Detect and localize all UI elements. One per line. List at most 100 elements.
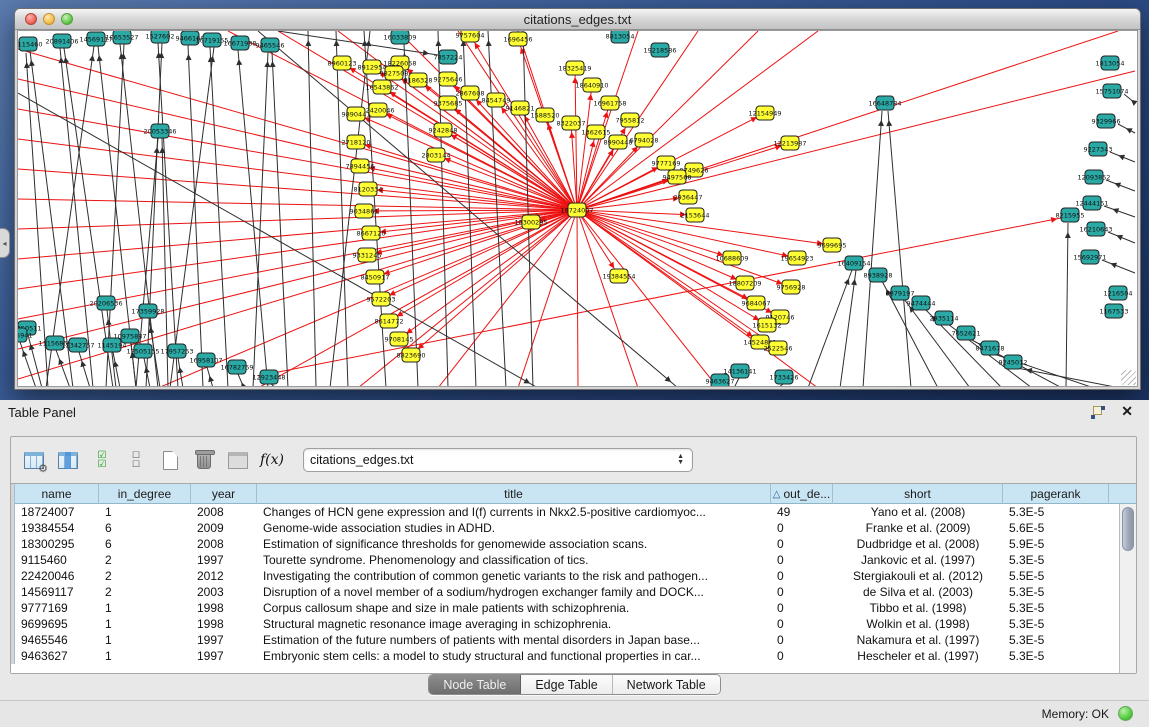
network-node[interactable]: 18640910: [575, 78, 608, 92]
table-row[interactable]: 1938455462009Genome-wide association stu…: [11, 520, 1136, 536]
citation-edge-black[interactable]: [734, 378, 739, 387]
network-node[interactable]: 1527602: [146, 31, 175, 43]
network-node[interactable]: 2935114: [930, 311, 959, 325]
column-header-pagerank[interactable]: pagerank: [1003, 484, 1109, 504]
network-node[interactable]: 7652621: [952, 326, 981, 340]
citation-edge-black[interactable]: [188, 45, 203, 387]
network-node[interactable]: 20053346: [143, 124, 176, 138]
citation-edge-red[interactable]: [18, 199, 577, 210]
citation-edge-black[interactable]: [888, 111, 911, 387]
scrollbar-thumb[interactable]: [1122, 507, 1134, 551]
network-node[interactable]: 1813054: [1096, 56, 1125, 70]
network-node[interactable]: 9756928: [777, 280, 806, 294]
vertical-scrollbar[interactable]: [1119, 504, 1136, 673]
citation-edge-red[interactable]: [389, 210, 577, 321]
network-node[interactable]: 16210643: [1079, 222, 1112, 236]
network-node[interactable]: 16648784: [868, 96, 901, 110]
network-node[interactable]: 1588520: [531, 108, 560, 122]
network-node[interactable]: 8938928: [864, 268, 893, 282]
table-row[interactable]: 1872400712008Changes of HCN gene express…: [11, 504, 1136, 520]
citation-network-graph[interactable]: 1872400789601238912954182260589827508818…: [18, 31, 1138, 387]
citation-edge-black[interactable]: [170, 47, 214, 387]
citation-edge-red[interactable]: [394, 73, 577, 210]
network-node[interactable]: 1216504: [1104, 286, 1133, 300]
citation-edge-red[interactable]: [18, 210, 577, 379]
network-node[interactable]: 19654923: [780, 251, 813, 265]
column-header-year[interactable]: year: [191, 484, 257, 504]
citation-edge-black[interactable]: [253, 52, 268, 387]
network-node[interactable]: 20891406: [45, 34, 78, 48]
network-node[interactable]: 1167533: [1100, 304, 1129, 318]
network-node[interactable]: 20206536: [89, 296, 122, 310]
citation-edge-red[interactable]: [438, 210, 577, 387]
citation-edge-red[interactable]: [18, 169, 577, 210]
network-node[interactable]: 8960123: [328, 56, 357, 70]
citation-edge-black[interactable]: [463, 31, 476, 387]
collapse-panel-notch[interactable]: ◂: [0, 228, 10, 258]
tab-edge-table[interactable]: Edge Table: [521, 675, 612, 694]
network-node[interactable]: 19384554: [602, 269, 635, 283]
citation-edge-black[interactable]: [1102, 260, 1135, 273]
table-settings-button[interactable]: ⚙: [19, 445, 49, 475]
column-header-name[interactable]: name: [15, 484, 99, 504]
citation-edge-black[interactable]: [336, 31, 348, 387]
network-node[interactable]: 9275646: [434, 72, 463, 86]
select-all-button[interactable]: ☑☑: [87, 445, 117, 475]
network-node[interactable]: 1696456: [504, 32, 533, 46]
network-node[interactable]: 6879197: [886, 286, 915, 300]
network-node[interactable]: 7955812: [616, 113, 645, 127]
column-chooser-button[interactable]: [53, 445, 83, 475]
network-node[interactable]: 9227343: [1084, 142, 1113, 156]
unselect-all-button[interactable]: ☐☐: [121, 445, 151, 475]
network-node[interactable]: 16782759: [220, 360, 253, 374]
network-node[interactable]: 8990448: [604, 135, 633, 149]
citation-edge-black[interactable]: [238, 50, 268, 387]
citation-edge-red[interactable]: [18, 139, 577, 210]
network-canvas[interactable]: 1872400789601238912954182260589827508818…: [17, 30, 1138, 387]
close-panel-icon[interactable]: ✕: [1121, 403, 1133, 420]
network-node[interactable]: 2936447: [674, 190, 703, 204]
network-node[interactable]: 17359928: [131, 304, 164, 318]
network-node[interactable]: 8823690: [397, 348, 426, 362]
table-row[interactable]: 969969511998Structural magnetic resonanc…: [11, 616, 1136, 632]
citation-edge-red[interactable]: [436, 155, 577, 210]
network-node[interactable]: 16961758: [593, 96, 626, 110]
network-node[interactable]: 15751074: [1095, 84, 1128, 98]
citation-edge-black[interactable]: [1104, 206, 1135, 217]
citation-edge-black[interactable]: [258, 31, 678, 387]
citation-edge-black[interactable]: [146, 43, 162, 387]
citation-edge-black[interactable]: [863, 111, 882, 387]
column-header-out_de[interactable]: △out_de...: [771, 484, 833, 504]
tab-node-table[interactable]: Node Table: [429, 675, 521, 694]
network-node[interactable]: 9115460: [18, 37, 42, 51]
network-node[interactable]: 9757604: [456, 31, 485, 42]
network-node[interactable]: 16409154: [837, 256, 870, 270]
column-header-title[interactable]: title: [257, 484, 771, 504]
citation-edge-red[interactable]: [518, 210, 577, 387]
table-row[interactable]: 1830029562008Estimation of significance …: [11, 536, 1136, 552]
network-node[interactable]: 7857224: [434, 50, 463, 64]
citation-edge-black[interactable]: [1106, 180, 1135, 191]
citation-edge-black[interactable]: [210, 47, 228, 387]
network-node[interactable]: 8450917: [361, 270, 390, 284]
table-select-dropdown[interactable]: citations_edges.txt ▲▼: [303, 448, 693, 472]
network-node[interactable]: 9329966: [1092, 114, 1121, 128]
network-node[interactable]: 1733426: [770, 370, 799, 384]
network-node[interactable]: 8813054: [606, 31, 635, 43]
network-node[interactable]: 18325419: [558, 61, 591, 75]
network-node[interactable]: 15692971: [1073, 250, 1106, 264]
citation-edge-red[interactable]: [382, 87, 577, 210]
network-node[interactable]: 6794028: [630, 133, 659, 147]
network-node[interactable]: 9708145: [385, 332, 414, 346]
table-row[interactable]: 911546021997Tourette syndrome. Phenomeno…: [11, 552, 1136, 568]
citation-edge-black[interactable]: [808, 270, 852, 387]
citation-edge-red[interactable]: [18, 210, 577, 289]
new-file-button[interactable]: [155, 445, 185, 475]
network-node[interactable]: 9375685: [434, 96, 463, 110]
citation-edge-red[interactable]: [577, 71, 1135, 210]
citation-edge-red[interactable]: [577, 210, 578, 387]
citation-edge-black[interactable]: [56, 350, 70, 387]
citation-edge-black[interactable]: [840, 270, 856, 387]
table-row[interactable]: 1456911722003Disruption of a novel membe…: [11, 584, 1136, 600]
network-node[interactable]: 12093852: [1077, 170, 1110, 184]
